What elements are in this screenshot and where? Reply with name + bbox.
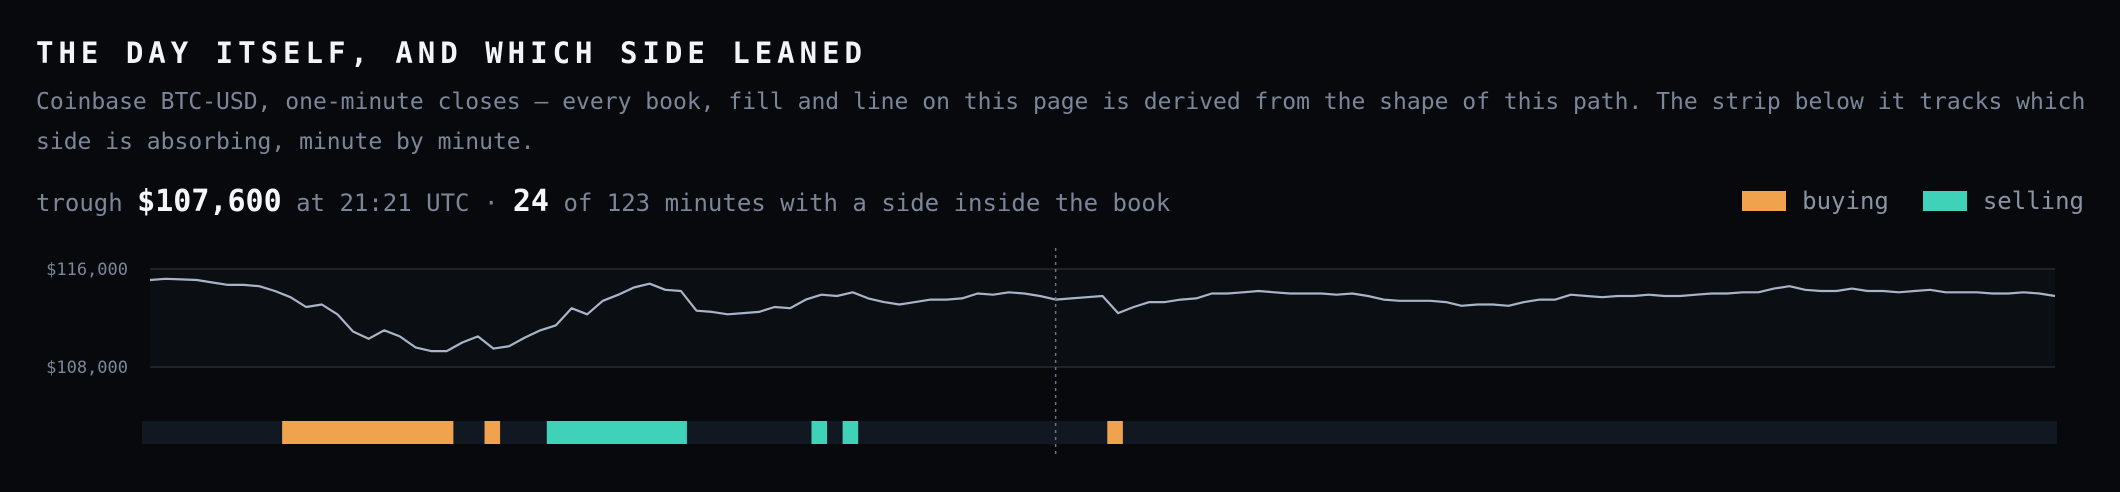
legend-item-selling: selling: [1922, 187, 2084, 215]
legend-label-buying: buying: [1802, 187, 1889, 215]
chart-title: THE DAY ITSELF, AND WHICH SIDE LEANED: [36, 36, 868, 70]
inside-count: 24: [512, 184, 549, 219]
strip-segment-selling: [811, 421, 828, 444]
legend-swatch-selling: [1922, 191, 1967, 211]
strip-segment-buying: [282, 421, 454, 444]
y-tick-label: $116,000: [46, 260, 128, 280]
inside-text: of 123 minutes with a side inside the bo…: [563, 189, 1171, 217]
trough-summary: trough $107,600 at 21:21 UTC · 24 of 123…: [36, 184, 1170, 219]
legend-item-buying: buying: [1742, 187, 1889, 215]
y-tick-label: $108,000: [46, 358, 128, 378]
legend-label-selling: selling: [1982, 187, 2084, 215]
price-chart: $108,000 $116,000: [46, 248, 2057, 458]
trough-time: at 21:21 UTC ·: [296, 189, 499, 217]
plot-area: [150, 269, 2055, 367]
strip-segment-selling: [842, 421, 859, 444]
legend: buying selling: [1708, 187, 2084, 215]
strip-segment-buying: [484, 421, 501, 444]
trough-value: $107,600: [137, 184, 282, 219]
trough-label: trough: [36, 189, 123, 217]
legend-swatch-buying: [1742, 191, 1787, 211]
strip-segment-buying: [1107, 421, 1123, 444]
chart-subtitle: Coinbase BTC-USD, one-minute closes — ev…: [36, 89, 2086, 155]
strip-segment-selling: [546, 421, 687, 444]
